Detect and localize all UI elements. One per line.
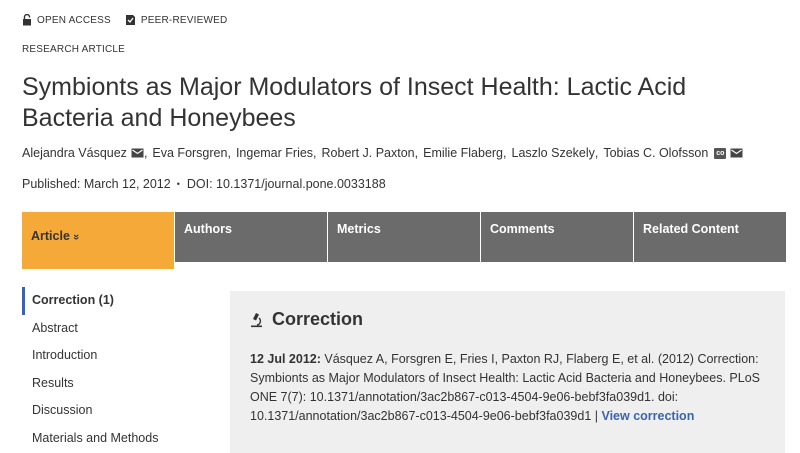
tab-label: Metrics bbox=[337, 222, 381, 236]
author-item[interactable]: Alejandra Vásquez , bbox=[22, 146, 152, 160]
author-item[interactable]: Ingemar Fries, bbox=[236, 146, 322, 160]
author-item[interactable]: Tobias C. Olofsson co bbox=[603, 146, 743, 160]
tab-label: Authors bbox=[184, 222, 232, 236]
nav-item-discussion[interactable]: Discussion bbox=[22, 397, 212, 425]
peer-reviewed-label: PEER-REVIEWED bbox=[140, 14, 228, 26]
author-item[interactable]: Eva Forsgren, bbox=[152, 146, 236, 160]
correction-panel: Correction 12 Jul 2012: Vásquez A, Forsg… bbox=[230, 291, 785, 453]
article-tabs: Article » Authors Metrics Comments Relat… bbox=[22, 212, 787, 269]
nav-item-abstract[interactable]: Abstract bbox=[22, 315, 212, 343]
author-name[interactable]: Emilie Flaberg bbox=[423, 146, 503, 160]
author-item[interactable]: Robert J. Paxton, bbox=[322, 146, 424, 160]
author-name[interactable]: Tobias C. Olofsson bbox=[603, 146, 708, 160]
doi: DOI: 10.1371/journal.pone.0033188 bbox=[186, 177, 386, 191]
tab-label: Related Content bbox=[643, 222, 739, 236]
tab-label: Article bbox=[31, 229, 70, 243]
envelope-icon[interactable] bbox=[730, 148, 743, 158]
tab-authors[interactable]: Authors bbox=[175, 212, 327, 262]
author-item[interactable]: Laszlo Szekely, bbox=[512, 146, 604, 160]
author-name[interactable]: Robert J. Paxton bbox=[322, 146, 415, 160]
author-name[interactable]: Alejandra Vásquez bbox=[22, 146, 127, 160]
tab-related-content[interactable]: Related Content bbox=[634, 212, 786, 262]
view-correction-link[interactable]: View correction bbox=[601, 409, 694, 423]
author-name[interactable]: Eva Forsgren bbox=[152, 146, 227, 160]
correction-heading: Correction bbox=[250, 309, 765, 330]
section-nav: Correction (1) Abstract Introduction Res… bbox=[22, 287, 212, 452]
nav-item-results[interactable]: Results bbox=[22, 370, 212, 398]
open-access-label: OPEN ACCESS bbox=[37, 14, 111, 26]
publication-info: Published: March 12, 2012 • DOI: 10.1371… bbox=[22, 177, 386, 191]
author-item[interactable]: Emilie Flaberg, bbox=[423, 146, 511, 160]
tab-label: Comments bbox=[490, 222, 555, 236]
page-title: Symbionts as Major Modulators of Insect … bbox=[22, 73, 687, 132]
author-name[interactable]: Laszlo Szekely bbox=[512, 146, 595, 160]
nav-item-correction[interactable]: Correction (1) bbox=[22, 287, 212, 315]
article-badges: OPEN ACCESS PEER-REVIEWED bbox=[22, 14, 241, 26]
correction-date: 12 Jul 2012: bbox=[250, 352, 321, 366]
open-access-badge[interactable]: OPEN ACCESS bbox=[22, 14, 111, 26]
corresponding-author-badge: co bbox=[714, 147, 727, 159]
published-date: Published: March 12, 2012 bbox=[22, 177, 171, 191]
chevron-down-icon: » bbox=[70, 233, 83, 241]
author-name[interactable]: Ingemar Fries bbox=[236, 146, 313, 160]
envelope-icon[interactable] bbox=[131, 148, 144, 158]
tab-comments[interactable]: Comments bbox=[481, 212, 633, 262]
correction-text: 12 Jul 2012: Vásquez A, Forsgren E, Frie… bbox=[250, 350, 765, 426]
nav-item-introduction[interactable]: Introduction bbox=[22, 342, 212, 370]
peer-reviewed-badge[interactable]: PEER-REVIEWED bbox=[125, 14, 228, 26]
tab-article[interactable]: Article » bbox=[22, 212, 174, 269]
tab-metrics[interactable]: Metrics bbox=[328, 212, 480, 262]
peer-reviewed-icon bbox=[125, 15, 135, 25]
correction-title: Correction bbox=[272, 309, 364, 329]
article-type: RESEARCH ARTICLE bbox=[22, 44, 126, 55]
nav-item-materials-methods[interactable]: Materials and Methods bbox=[22, 425, 212, 453]
separator-bullet: • bbox=[176, 179, 180, 189]
author-list: Alejandra Vásquez , Eva Forsgren, Ingema… bbox=[22, 146, 743, 160]
microscope-icon bbox=[251, 312, 262, 327]
lock-open-icon bbox=[23, 14, 31, 26]
